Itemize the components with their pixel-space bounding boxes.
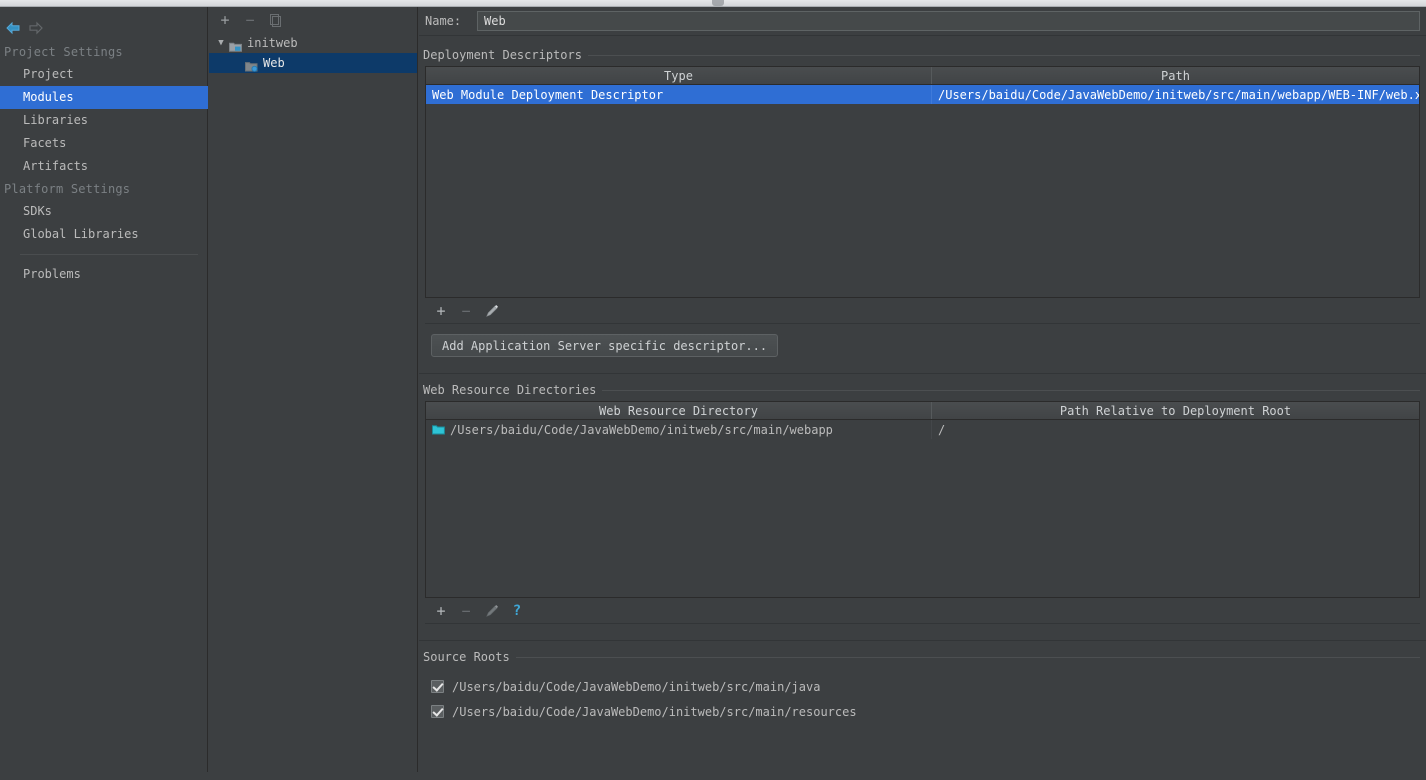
project-structure-dialog: Project Settings Project Modules Librari… bbox=[0, 0, 1426, 780]
module-folder-icon bbox=[229, 38, 242, 52]
table-header-row: Web Resource Directory Path Relative to … bbox=[426, 402, 1419, 420]
cell-relative-path: / bbox=[938, 422, 946, 437]
settings-sidebar: Project Settings Project Modules Librari… bbox=[0, 7, 208, 772]
source-root-path: /Users/baidu/Code/JavaWebDemo/initweb/sr… bbox=[452, 679, 821, 694]
pencil-icon[interactable] bbox=[482, 302, 502, 320]
window-resize-nub bbox=[712, 0, 724, 6]
source-roots-title: Source Roots bbox=[423, 650, 510, 664]
sidebar-item-facets[interactable]: Facets bbox=[0, 132, 208, 155]
section-rule bbox=[515, 656, 1420, 658]
sidebar-item-problems[interactable]: Problems bbox=[0, 263, 208, 286]
sidebar-group-project-settings: Project Settings bbox=[4, 45, 123, 59]
module-tree-panel: + − ▼ initweb Web bbox=[209, 7, 418, 772]
plus-icon[interactable]: + bbox=[431, 602, 451, 620]
sidebar-item-libraries[interactable]: Libraries bbox=[0, 109, 208, 132]
table-body: /Users/baidu/Code/JavaWebDemo/initweb/sr… bbox=[426, 420, 1419, 439]
module-name-input[interactable] bbox=[477, 11, 1420, 31]
sidebar-item-project[interactable]: Project bbox=[0, 63, 208, 86]
module-name-row: Name: bbox=[419, 7, 1426, 36]
column-header-type[interactable]: Type bbox=[426, 67, 932, 84]
arrow-left-icon[interactable] bbox=[2, 19, 24, 37]
source-roots-list: /Users/baidu/Code/JavaWebDemo/initweb/sr… bbox=[419, 668, 1426, 724]
table-row[interactable]: Web Module Deployment Descriptor /Users/… bbox=[426, 85, 1419, 104]
web-resource-directories-toolbar: + − ? bbox=[425, 598, 1420, 624]
minus-icon[interactable]: − bbox=[240, 11, 260, 29]
module-tree: ▼ initweb Web bbox=[209, 33, 417, 73]
table-row[interactable]: /Users/baidu/Code/JavaWebDemo/initweb/sr… bbox=[426, 420, 1419, 439]
sidebar-item-sdks[interactable]: SDKs bbox=[0, 200, 208, 223]
plus-icon[interactable]: + bbox=[215, 11, 235, 29]
column-header-path[interactable]: Path bbox=[932, 67, 1419, 84]
table-body: Web Module Deployment Descriptor /Users/… bbox=[426, 85, 1419, 104]
module-tree-toolbar: + − bbox=[209, 7, 417, 33]
checkbox-source-root-java[interactable] bbox=[431, 680, 444, 693]
navigation-arrows bbox=[0, 15, 208, 41]
column-header-web-resource-directory[interactable]: Web Resource Directory bbox=[426, 402, 932, 419]
tree-node-web[interactable]: Web bbox=[209, 53, 417, 73]
sidebar-divider bbox=[20, 254, 198, 255]
web-resource-directories-title: Web Resource Directories bbox=[423, 383, 597, 397]
deployment-descriptors-title: Deployment Descriptors bbox=[423, 48, 582, 62]
chevron-down-icon[interactable]: ▼ bbox=[215, 33, 227, 53]
source-roots-header: Source Roots bbox=[419, 646, 1426, 668]
window-titlebar bbox=[0, 0, 1426, 7]
folder-icon bbox=[432, 424, 445, 435]
tree-node-label: Web bbox=[263, 56, 285, 70]
sidebar-nav-list: Project Settings Project Modules Librari… bbox=[0, 41, 208, 286]
list-item[interactable]: /Users/baidu/Code/JavaWebDemo/initweb/sr… bbox=[419, 699, 1426, 724]
module-detail-panel: Name: Deployment Descriptors Type Path W… bbox=[419, 7, 1426, 772]
web-facet-icon bbox=[245, 58, 258, 72]
arrow-right-icon[interactable] bbox=[24, 19, 46, 37]
sidebar-item-modules[interactable]: Modules bbox=[0, 86, 208, 109]
cell-web-resource-directory: /Users/baidu/Code/JavaWebDemo/initweb/sr… bbox=[426, 420, 932, 439]
sidebar-group-platform-settings: Platform Settings bbox=[4, 182, 131, 196]
section-rule bbox=[587, 54, 1420, 56]
list-item[interactable]: /Users/baidu/Code/JavaWebDemo/initweb/sr… bbox=[419, 674, 1426, 699]
add-app-server-descriptor-button[interactable]: Add Application Server specific descript… bbox=[431, 334, 779, 357]
sidebar-item-artifacts[interactable]: Artifacts bbox=[0, 155, 208, 178]
cell-text: /Users/baidu/Code/JavaWebDemo/initweb/sr… bbox=[450, 422, 833, 437]
web-resource-directories-header: Web Resource Directories bbox=[419, 379, 1426, 401]
column-header-path-relative-to-deployment-root[interactable]: Path Relative to Deployment Root bbox=[932, 402, 1419, 419]
cell-descriptor-type: Web Module Deployment Descriptor bbox=[426, 85, 932, 104]
plus-icon[interactable]: + bbox=[431, 302, 451, 320]
tree-node-initweb[interactable]: ▼ initweb bbox=[209, 33, 417, 53]
tree-node-label: initweb bbox=[247, 36, 298, 50]
minus-icon[interactable]: − bbox=[456, 302, 476, 320]
table-header-row: Type Path bbox=[426, 67, 1419, 85]
module-name-label: Name: bbox=[425, 14, 462, 28]
help-icon[interactable]: ? bbox=[507, 602, 527, 620]
sidebar-item-global-libraries[interactable]: Global Libraries bbox=[0, 223, 208, 246]
section-rule bbox=[602, 389, 1420, 391]
web-resource-directories-table: Web Resource Directory Path Relative to … bbox=[425, 401, 1420, 598]
deployment-descriptors-toolbar: + − bbox=[425, 298, 1420, 324]
cell-descriptor-path: /Users/baidu/Code/JavaWebDemo/initweb/sr… bbox=[938, 87, 1419, 102]
copy-icon[interactable] bbox=[265, 11, 285, 29]
deployment-descriptors-table: Type Path Web Module Deployment Descript… bbox=[425, 66, 1420, 298]
deployment-descriptors-header: Deployment Descriptors bbox=[419, 44, 1426, 66]
pencil-icon[interactable] bbox=[482, 602, 502, 620]
add-descriptor-row: Add Application Server specific descript… bbox=[419, 324, 1426, 357]
checkbox-source-root-resources[interactable] bbox=[431, 705, 444, 718]
minus-icon[interactable]: − bbox=[456, 602, 476, 620]
source-root-path: /Users/baidu/Code/JavaWebDemo/initweb/sr… bbox=[452, 704, 857, 719]
